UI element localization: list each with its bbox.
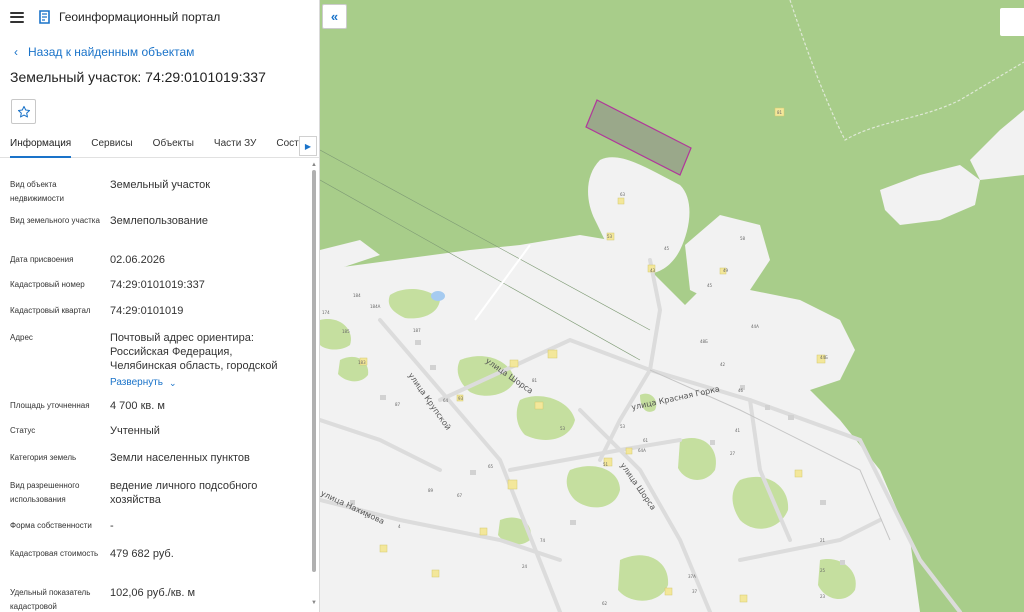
house-number: 185 — [342, 329, 350, 334]
property-value: 479 682 руб. — [110, 548, 174, 560]
house-number: 41 — [735, 428, 741, 433]
top-bar: Геоинформационный портал — [0, 0, 319, 34]
house-number: 65 — [488, 464, 494, 469]
property-value: 102,06 руб./кв. м — [110, 587, 196, 599]
house-number: 21 — [820, 538, 826, 543]
double-chevron-left-icon: « — [330, 9, 339, 24]
portal-logo-icon — [39, 10, 50, 24]
scroll-down-arrow[interactable]: ▼ — [311, 600, 317, 606]
house-number: 24 — [522, 564, 528, 569]
house-number: 74 — [540, 538, 546, 543]
hamburger-icon[interactable] — [10, 11, 24, 23]
info-panel: Геоинформационный портал ‹ Назад к найде… — [0, 0, 320, 612]
expand-address-link[interactable]: Развернуть ⌄ — [110, 375, 300, 390]
house-number: 46 — [738, 388, 744, 393]
house-number: 174 — [322, 310, 330, 315]
property-label: Дата присвоения — [10, 255, 74, 264]
house-number: 64А — [638, 448, 646, 453]
house-number: 37 — [692, 589, 698, 594]
property-label: Кадастровый квартал — [10, 306, 91, 315]
scroll-up-arrow[interactable]: ▲ — [311, 162, 317, 168]
star-icon — [17, 105, 30, 117]
house-number: 23 — [820, 594, 826, 599]
tab-bar: Информация Сервисы Объекты Части ЗУ Сост… — [0, 134, 319, 158]
property-value: Учтенный — [110, 425, 160, 437]
house-number: 81 — [777, 110, 783, 115]
tab-objects[interactable]: Объекты — [153, 134, 194, 158]
house-number: 183 — [358, 360, 366, 365]
property-label: Адрес — [10, 333, 33, 342]
house-number: 187 — [413, 328, 421, 333]
property-value: Земли населенных пунктов — [110, 452, 250, 464]
back-to-results-link[interactable]: ‹ Назад к найденным объектам — [0, 44, 319, 60]
tab-parcel-parts[interactable]: Части ЗУ — [214, 134, 256, 158]
property-value: 02.06.2026 — [110, 254, 166, 266]
property-value: Почтовый адрес ориентира: Российская Фед… — [110, 332, 278, 372]
house-number: 42 — [720, 362, 726, 367]
house-number: 184 — [353, 293, 361, 298]
chevron-right-icon: ▶ — [304, 141, 312, 151]
chevron-left-icon: ‹ — [14, 45, 18, 59]
app-title: Геоинформационный портал — [59, 10, 221, 24]
house-number: 45 — [707, 283, 713, 288]
property-label: Удельный показатель кадастровой — [10, 588, 91, 611]
property-value: 74:29:0101019:337 — [110, 279, 205, 291]
tab-info[interactable]: Информация — [10, 134, 72, 158]
property-label: Вид объекта недвижимости — [10, 180, 64, 203]
house-number: 14 — [364, 514, 370, 519]
house-number: 44А — [751, 324, 759, 329]
property-label: Категория земель — [10, 453, 77, 462]
map-canvas[interactable]: улица Шорса улица Крупской улица Красная… — [320, 0, 1024, 612]
map-view[interactable]: улица Шорса улица Крупской улица Красная… — [320, 0, 1024, 612]
house-number: 53 — [607, 234, 613, 239]
property-label: Площадь уточненная — [10, 401, 90, 410]
house-number: 62 — [602, 601, 608, 606]
property-label: Кадастровая стоимость — [10, 549, 99, 558]
house-number: 61 — [643, 438, 649, 443]
house-number: 45 — [664, 246, 670, 251]
house-number: 44Б — [820, 355, 828, 360]
house-number: 27 — [730, 451, 736, 456]
object-title: Земельный участок: 74:29:0101019:337 — [10, 69, 266, 85]
property-value: 4 700 кв. м — [110, 400, 165, 412]
tabs-scroll-right-button[interactable]: ▶ — [299, 136, 317, 156]
house-number: 53 — [560, 426, 566, 431]
house-number: 64 — [443, 398, 449, 403]
property-label: Вид разрешенного использования — [10, 481, 80, 504]
property-label: Форма собственности — [10, 521, 92, 530]
property-value: Землепользование — [110, 215, 209, 227]
house-number: 81 — [532, 378, 538, 383]
house-number: 58 — [740, 236, 746, 241]
collapse-panel-button[interactable]: « — [322, 4, 347, 29]
favorite-button[interactable] — [11, 99, 36, 124]
house-number: 67 — [457, 493, 463, 498]
property-value: 74:29:0101019 — [110, 305, 184, 317]
expand-label: Развернуть — [110, 377, 164, 388]
house-number: 89 — [428, 488, 434, 493]
house-number: 43 — [650, 268, 656, 273]
tab-services[interactable]: Сервисы — [91, 134, 132, 158]
chevron-down-icon: ⌄ — [169, 378, 177, 388]
house-number: 48Б — [700, 339, 708, 344]
property-label: Статус — [10, 426, 36, 435]
house-number: 87 — [395, 402, 401, 407]
house-number: 51 — [603, 462, 609, 467]
house-number: 25 — [820, 568, 826, 573]
house-number: 49 — [723, 268, 729, 273]
property-value: - — [110, 520, 114, 532]
property-value: ведение личного подсобного хозяйства — [110, 480, 258, 506]
property-label: Кадастровый номер — [10, 280, 85, 289]
back-link-label: Назад к найденным объектам — [28, 45, 195, 59]
house-number: 93 — [458, 396, 464, 401]
house-number: 53 — [620, 424, 626, 429]
property-value: Земельный участок — [110, 179, 211, 191]
house-number: 63 — [620, 192, 626, 197]
property-label: Вид земельного участка — [10, 216, 100, 225]
house-number: 37А — [688, 574, 696, 579]
map-control-button[interactable] — [1000, 8, 1024, 36]
panel-scrollbar-thumb[interactable] — [312, 170, 316, 572]
house-number: 184А — [370, 304, 381, 309]
